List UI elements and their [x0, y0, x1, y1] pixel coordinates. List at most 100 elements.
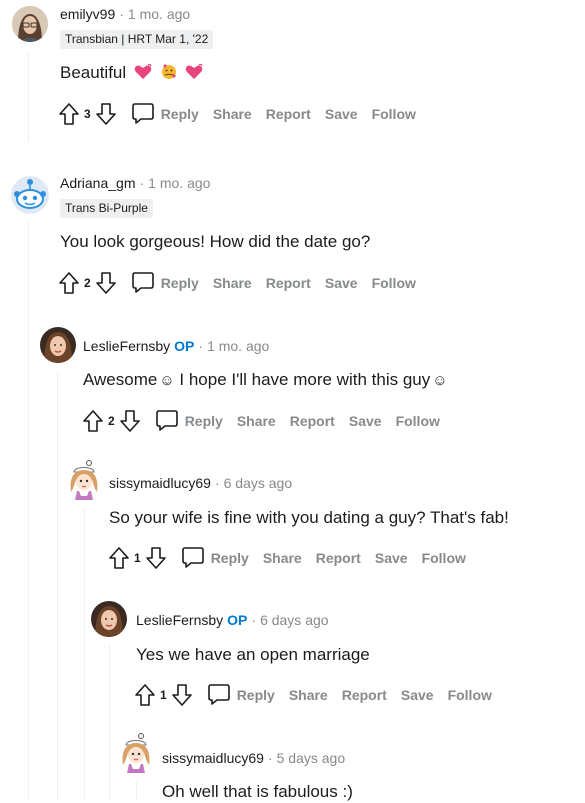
username[interactable]: Adriana_gm	[60, 175, 136, 191]
comment-body: You look gorgeous! How did the date go?	[60, 232, 371, 251]
share-button[interactable]: Share	[263, 550, 302, 566]
timestamp[interactable]: 1 mo. ago	[128, 6, 190, 22]
op-badge: OP	[227, 612, 248, 628]
report-button[interactable]: Report	[266, 275, 311, 291]
username[interactable]: sissymaidlucy69	[109, 475, 211, 491]
follow-button[interactable]: Follow	[372, 106, 416, 122]
comment-bubble-icon	[155, 408, 185, 435]
heart-emoji-icon	[185, 63, 203, 80]
upvote-icon[interactable]	[82, 409, 104, 433]
thread-line[interactable]	[109, 645, 110, 801]
comment-text: Beautiful	[60, 63, 127, 82]
avatar[interactable]	[66, 460, 102, 500]
thread-line[interactable]	[57, 372, 58, 801]
vote-controls: 1	[108, 546, 167, 570]
save-button[interactable]: Save	[325, 275, 358, 291]
reply-button[interactable]: Reply	[155, 408, 223, 435]
comment-body: Oh well that is fabulous :)	[162, 782, 353, 801]
reply-button[interactable]: Reply	[207, 682, 275, 709]
upvote-icon[interactable]	[58, 102, 80, 126]
vote-count: 2	[108, 414, 115, 428]
timestamp[interactable]: 6 days ago	[224, 475, 293, 491]
comment-bubble-icon	[131, 101, 161, 128]
share-button[interactable]: Share	[213, 106, 252, 122]
separator: ·	[267, 750, 273, 766]
share-button[interactable]: Share	[237, 413, 276, 429]
report-button[interactable]: Report	[266, 106, 311, 122]
comment-body: So your wife is fine with you dating a g…	[109, 508, 509, 527]
downvote-icon[interactable]	[95, 102, 117, 126]
comment-bubble-icon	[181, 545, 211, 572]
follow-button[interactable]: Follow	[372, 275, 416, 291]
follow-button[interactable]: Follow	[448, 687, 492, 703]
timestamp[interactable]: 6 days ago	[260, 612, 329, 628]
downvote-icon[interactable]	[145, 546, 167, 570]
username[interactable]: LeslieFernsby	[83, 338, 170, 354]
reply-button[interactable]: Reply	[181, 545, 249, 572]
comment-text: Awesome	[83, 370, 158, 389]
timestamp[interactable]: 1 mo. ago	[207, 338, 269, 354]
report-button[interactable]: Report	[316, 550, 361, 566]
vote-count: 1	[134, 551, 141, 565]
save-button[interactable]: Save	[401, 687, 434, 703]
username[interactable]: emilyv99	[60, 6, 115, 22]
comment-actions: 2 Reply Share Report Save Follow	[58, 269, 416, 297]
downvote-icon[interactable]	[171, 683, 193, 707]
avatar[interactable]	[118, 733, 154, 773]
separator: ·	[251, 612, 257, 628]
comment-meta: LeslieFernsby OP · 1 mo. ago	[83, 337, 269, 355]
save-button[interactable]: Save	[349, 413, 382, 429]
share-button[interactable]: Share	[213, 275, 252, 291]
downvote-icon[interactable]	[119, 409, 141, 433]
separator: ·	[214, 475, 220, 491]
comment-actions: 1 Reply Share Report Save Follow	[108, 544, 466, 572]
comment-bubble-icon	[131, 270, 161, 297]
share-button[interactable]: Share	[289, 687, 328, 703]
follow-button[interactable]: Follow	[422, 550, 466, 566]
report-button[interactable]: Report	[290, 413, 335, 429]
comment-body: Yes we have an open marriage	[136, 645, 370, 664]
reply-label: Reply	[210, 550, 249, 566]
avatar[interactable]	[91, 601, 127, 637]
comment-meta: sissymaidlucy69 · 6 days ago	[109, 474, 292, 492]
avatar[interactable]	[12, 6, 48, 42]
follow-button[interactable]: Follow	[396, 413, 440, 429]
vote-controls: 2	[58, 271, 117, 295]
reply-button[interactable]: Reply	[131, 270, 199, 297]
username[interactable]: LeslieFernsby	[136, 612, 223, 628]
timestamp[interactable]: 5 days ago	[277, 750, 346, 766]
username[interactable]: sissymaidlucy69	[162, 750, 264, 766]
comment-bubble-icon	[207, 682, 237, 709]
hugging-heart-emoji-icon	[160, 64, 178, 80]
avatar[interactable]	[40, 327, 76, 363]
upvote-icon[interactable]	[134, 683, 156, 707]
reply-label: Reply	[160, 106, 199, 122]
comment-meta: Adriana_gm · 1 mo. ago	[60, 174, 210, 192]
vote-controls: 3	[58, 102, 117, 126]
save-button[interactable]: Save	[375, 550, 408, 566]
comment-meta: sissymaidlucy69 · 5 days ago	[162, 749, 345, 767]
separator: ·	[139, 175, 145, 191]
thread-line[interactable]	[84, 508, 85, 801]
upvote-icon[interactable]	[108, 546, 130, 570]
smile-emoji: ☺	[159, 372, 175, 389]
save-button[interactable]: Save	[325, 106, 358, 122]
comment-body: Beautiful	[60, 62, 203, 84]
heart-emoji-icon	[134, 63, 152, 80]
reply-button[interactable]: Reply	[131, 101, 199, 128]
downvote-icon[interactable]	[95, 271, 117, 295]
timestamp[interactable]: 1 mo. ago	[148, 175, 210, 191]
upvote-icon[interactable]	[58, 271, 80, 295]
vote-count: 1	[160, 688, 167, 702]
vote-controls: 2	[82, 409, 141, 433]
comment-actions: 3 Reply Share Report Save Follow	[58, 100, 416, 128]
thread-line[interactable]	[28, 52, 29, 142]
user-flair: Transbian | HRT Mar 1, '22	[60, 30, 214, 49]
avatar[interactable]	[11, 176, 49, 214]
vote-count: 3	[84, 107, 91, 121]
report-button[interactable]: Report	[342, 687, 387, 703]
comment-meta: emilyv99 · 1 mo. ago	[60, 5, 190, 23]
thread-line[interactable]	[28, 222, 29, 801]
thread-line[interactable]	[136, 782, 137, 801]
reply-label: Reply	[236, 687, 275, 703]
